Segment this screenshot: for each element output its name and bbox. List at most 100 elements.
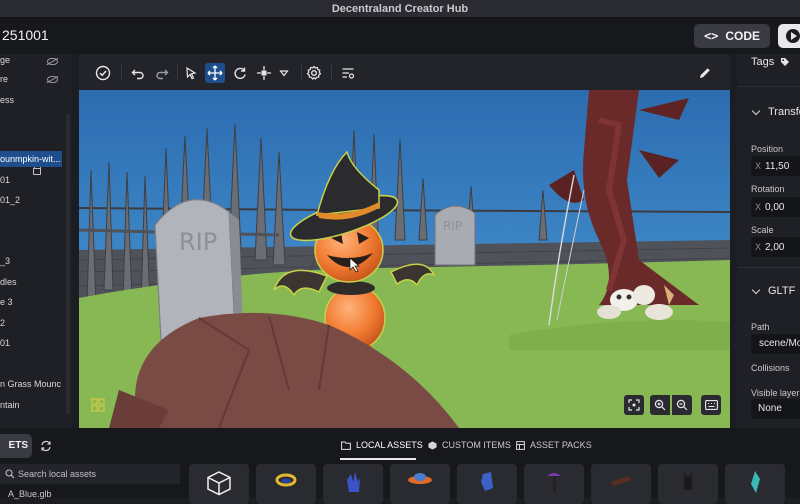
search-input[interactable]: Search local assets (0, 464, 180, 484)
asset-tile[interactable] (524, 464, 584, 504)
visible-layer-select[interactable]: None (751, 399, 800, 419)
assets-panel: ETS LOCAL ASSETS CUSTOM ITEMS ASSET PACK… (0, 428, 800, 504)
inspector-panel: Tags Transform Position X11,50 Rotation … (737, 54, 800, 428)
edit-button[interactable] (695, 63, 715, 83)
zoom-out-icon (676, 399, 688, 411)
refresh-icon[interactable] (40, 440, 52, 452)
rotate-icon (234, 67, 246, 80)
zoom-in-button[interactable] (650, 395, 670, 415)
code-icon: <> (703, 29, 719, 43)
cat-asset-icon (684, 472, 692, 490)
asset-tile[interactable] (658, 464, 718, 504)
eye-icon[interactable] (47, 58, 58, 65)
tree-item[interactable]: 2 (0, 315, 5, 331)
zoom-in-icon (654, 399, 666, 411)
asset-tile[interactable] (457, 464, 517, 504)
preview-button[interactable] (778, 24, 800, 48)
tree-item[interactable]: ntain (0, 397, 20, 413)
transform-section-title[interactable]: Transform (768, 106, 800, 118)
section-divider (737, 267, 800, 268)
tree-item[interactable]: _3 (0, 253, 10, 269)
keyboard-shortcuts-button[interactable] (701, 395, 721, 415)
zoom-out-button[interactable] (672, 395, 692, 415)
tags-label: Tags (751, 56, 775, 68)
eye-icon[interactable] (47, 76, 58, 83)
keyboard-icon (704, 400, 718, 410)
tab-custom-items[interactable]: CUSTOM ITEMS (428, 440, 511, 450)
select-tool-button[interactable] (181, 63, 201, 83)
active-tab-indicator (340, 458, 416, 460)
tab-asset-packs[interactable]: ASSET PACKS (516, 440, 592, 450)
tree-item[interactable]: ge (0, 54, 10, 68)
lamp-asset-icon (547, 473, 561, 492)
asset-tile[interactable] (189, 464, 249, 504)
redo-icon (156, 69, 169, 80)
tree-item[interactable]: re (0, 71, 8, 87)
validate-button[interactable] (93, 63, 113, 83)
tree-item[interactable]: dles (0, 274, 17, 290)
crystal-asset-icon (347, 472, 360, 492)
settings-button[interactable] (304, 63, 324, 83)
redo-button[interactable] (152, 63, 172, 83)
rip-front-text: RIP (179, 228, 217, 256)
code-button[interactable]: <> CODE (694, 24, 770, 48)
box-icon (207, 471, 231, 496)
cube-icon (428, 441, 437, 449)
badge-check-icon (95, 65, 111, 81)
scene-canvas[interactable]: RIP RIP (79, 90, 730, 428)
scene-render: RIP RIP (79, 90, 730, 428)
gem-asset-icon (481, 472, 493, 491)
file-list-item[interactable]: A_Blue.glb (0, 489, 52, 499)
gizmo-dropdown-button[interactable] (274, 63, 294, 83)
asset-tile[interactable] (323, 464, 383, 504)
tree-item[interactable]: n Grass Mounc (0, 376, 61, 392)
cursor-icon (186, 66, 197, 80)
chevron-down-icon[interactable] (751, 285, 761, 295)
tree-item[interactable]: 01 (0, 335, 10, 351)
undo-icon (131, 69, 144, 80)
path-label: Path (751, 322, 770, 332)
rip-back-text: RIP (443, 219, 462, 233)
tab-local-assets[interactable]: LOCAL ASSETS (341, 440, 423, 450)
triangle-down-icon (279, 70, 289, 77)
toolbar-divider (121, 65, 122, 81)
preferences-button[interactable] (338, 63, 358, 83)
tree-item[interactable]: 01_2 (0, 192, 20, 208)
move-tool-button[interactable] (205, 63, 225, 83)
asset-tile[interactable] (256, 464, 316, 504)
gear-icon (306, 65, 322, 80)
asset-tile[interactable] (725, 464, 785, 504)
asset-tile[interactable] (591, 464, 651, 504)
tree-item[interactable]: 01 (0, 172, 10, 188)
tree-item[interactable]: e 3 (0, 294, 13, 310)
grid-toggle-icon[interactable] (91, 398, 105, 417)
rotation-x-input[interactable]: X 0,00 (751, 197, 800, 217)
search-icon (5, 469, 15, 479)
toolbar-divider (177, 65, 178, 81)
assets-tab[interactable]: ETS (0, 434, 32, 458)
scale-x-input[interactable]: X 2,00 (751, 237, 800, 257)
focus-selection-button[interactable] (624, 395, 644, 415)
top-bar: 251001 <> CODE (0, 18, 800, 54)
undo-button[interactable] (128, 63, 148, 83)
scale-tool-button[interactable] (254, 63, 274, 83)
section-divider (737, 86, 800, 87)
pencil-icon (700, 68, 710, 78)
crystal-shard-asset-icon (751, 471, 760, 493)
asset-tile[interactable] (390, 464, 450, 504)
tree-scrollbar[interactable] (66, 114, 70, 414)
rotate-tool-button[interactable] (230, 63, 250, 83)
tree-item-selected[interactable]: ounmpkin-wit... (0, 151, 62, 167)
path-input[interactable]: scene/Mo (751, 334, 800, 354)
tag-icon[interactable] (780, 57, 790, 67)
scale-icon (257, 66, 271, 80)
lock-icon[interactable] (33, 163, 41, 175)
chevron-down-icon[interactable] (751, 106, 761, 116)
tree-item[interactable]: ess (0, 92, 14, 108)
position-x-input[interactable]: X 11,50 (751, 156, 800, 176)
ufo-asset-icon (408, 473, 432, 484)
move-icon (207, 65, 223, 81)
log-asset-icon (611, 476, 631, 486)
gltf-section-title[interactable]: GLTF (768, 285, 795, 297)
visible-layer-label: Visible layer (751, 388, 800, 398)
